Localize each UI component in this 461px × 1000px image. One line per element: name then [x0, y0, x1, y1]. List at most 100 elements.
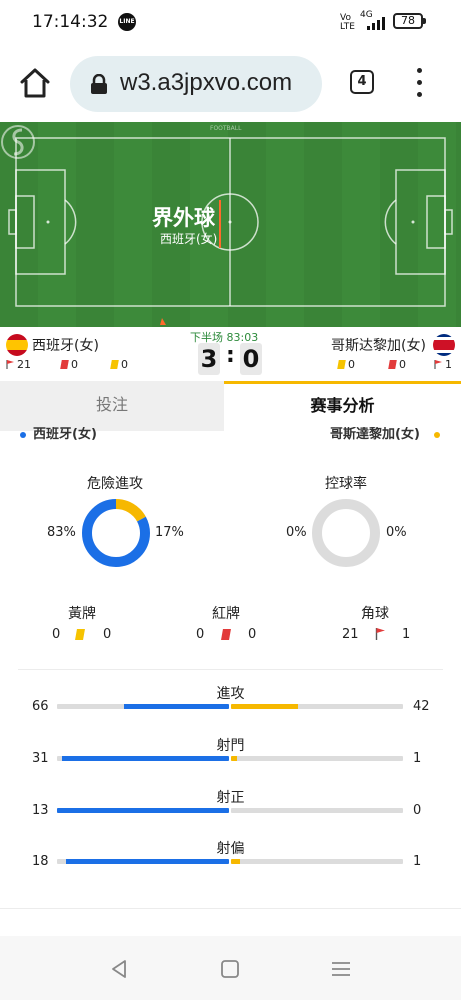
- stat-bar-away-track: [231, 704, 403, 709]
- possession-home-pct: 0%: [286, 525, 307, 540]
- away-legend-dot: [434, 432, 440, 438]
- red-card-icon: [60, 360, 69, 369]
- score-separator: :: [226, 343, 235, 368]
- throw-in-icon: [1, 125, 35, 159]
- tab-switcher-button[interactable]: 4: [350, 70, 374, 94]
- more-menu-icon[interactable]: [412, 68, 426, 98]
- stat-bar-home-value: 31: [32, 751, 49, 766]
- recents-icon[interactable]: [330, 958, 352, 980]
- away-yellow-cards: 0: [337, 358, 355, 371]
- volte-icon: Vo LTE: [340, 13, 355, 32]
- stat-bar-home-fill: [66, 859, 229, 864]
- away-score: 0: [240, 343, 262, 375]
- content-bottom-divider: [0, 908, 461, 909]
- stat-bar-title: 射偏: [216, 841, 245, 857]
- stat-bar-title: 射門: [216, 738, 245, 754]
- browser-toolbar: w3.a3jpxvo.com 4: [0, 44, 461, 122]
- home-yellow-cards: 0: [110, 358, 128, 371]
- stat-bar-away-value: 42: [413, 699, 430, 714]
- lock-icon: [91, 74, 107, 94]
- signal-icon: [367, 17, 385, 30]
- stat-bar-home-fill: [123, 704, 229, 709]
- home-red-value: 0: [71, 358, 78, 371]
- donut-empty-ring: [312, 499, 380, 567]
- stat-bar-home-fill: [62, 756, 229, 761]
- stat-bar-title: 進攻: [216, 686, 245, 702]
- pitch-lines: [8, 137, 453, 325]
- yellow-cards-title: 黃牌: [68, 606, 96, 622]
- stat-bar-away-track: [231, 808, 403, 813]
- possession-donut: [312, 499, 380, 567]
- stat-bar-home-track: [57, 808, 229, 813]
- system-nav-bar: [0, 936, 461, 1000]
- away-red-cards: 0: [388, 358, 406, 371]
- yellow-card-icon: [110, 360, 119, 369]
- red-home-value: 0: [196, 627, 205, 642]
- stat-bar-away-value: 1: [413, 854, 422, 869]
- event-title: 界外球: [152, 206, 215, 230]
- line-app-icon: LINE: [118, 13, 136, 31]
- dangerous-attacks-home-pct: 83%: [47, 525, 76, 540]
- dangerous-attacks-title: 危險進攻: [87, 476, 143, 492]
- stat-bar-home-value: 66: [32, 699, 49, 714]
- stat-bar-home-fill: [57, 808, 229, 813]
- yellow-card-icon: [337, 360, 346, 369]
- away-red-value: 0: [399, 358, 406, 371]
- stat-bar-away-value: 1: [413, 751, 422, 766]
- home-corners-value: 21: [17, 358, 31, 371]
- stat-bar-away-track: [231, 859, 403, 864]
- tab-bet[interactable]: 投注: [0, 381, 224, 431]
- costa-rica-flag-icon: [433, 334, 455, 356]
- spain-flag-icon: [6, 334, 28, 356]
- stat-bar-home-track: [57, 859, 229, 864]
- home-yellow-value: 0: [121, 358, 128, 371]
- stat-bar-away-fill: [231, 756, 237, 761]
- corner-flag-icon: [375, 628, 385, 640]
- status-bar: 17:14:32 LINE Vo LTE 4G 78: [0, 0, 461, 44]
- away-corners: 1: [434, 358, 452, 371]
- dangerous-attacks-donut: [82, 499, 150, 567]
- tab-analysis[interactable]: 赛事分析: [224, 381, 461, 431]
- clock: 17:14:32: [32, 12, 109, 32]
- yellow-home-value: 0: [52, 627, 61, 642]
- back-icon[interactable]: [108, 958, 130, 980]
- stat-bar-title: 射正: [216, 790, 245, 806]
- corners-title: 角球: [361, 606, 389, 622]
- stat-bar-away-value: 0: [413, 803, 422, 818]
- stat-bar-home-track: [57, 756, 229, 761]
- section-divider: [18, 669, 443, 670]
- tab-bar: 投注 赛事分析: [0, 381, 461, 431]
- home-red-cards: 0: [60, 358, 78, 371]
- team-legend: 西班牙(女) 哥斯達黎加(女): [0, 427, 461, 443]
- possession-away-pct: 0%: [386, 525, 407, 540]
- red-cards-title: 紅牌: [212, 606, 240, 622]
- event-team: 西班牙(女): [160, 232, 218, 246]
- red-card-icon: [388, 360, 397, 369]
- away-corners-value: 1: [445, 358, 452, 371]
- corner-flag-icon: [6, 360, 14, 369]
- address-bar[interactable]: w3.a3jpxvo.com: [70, 56, 322, 112]
- dangerous-attacks-away-pct: 17%: [155, 525, 184, 540]
- stat-bar-away-track: [231, 756, 403, 761]
- stat-bar-home-track: [57, 704, 229, 709]
- red-away-value: 0: [248, 627, 257, 642]
- away-yellow-value: 0: [348, 358, 355, 371]
- home-score: 3: [198, 343, 220, 375]
- corner-flag-icon: [434, 360, 442, 369]
- away-legend-label: 哥斯達黎加(女): [330, 427, 420, 442]
- event-marker: [219, 200, 221, 248]
- home-nav-icon[interactable]: [219, 958, 241, 980]
- stat-bar-away-fill: [231, 704, 298, 709]
- stat-bar-home-value: 18: [32, 854, 49, 869]
- home-team-name: 西班牙(女): [32, 338, 99, 354]
- pitch-brand: FOOTBALL: [210, 125, 242, 132]
- battery-icon: 78: [393, 13, 426, 29]
- stat-bar-home-value: 13: [32, 803, 49, 818]
- home-legend-label: 西班牙(女): [33, 427, 97, 442]
- corners-home-value: 21: [342, 627, 359, 642]
- home-legend-dot: [20, 432, 26, 438]
- stat-bar-away-fill: [231, 859, 241, 864]
- home-icon[interactable]: [18, 66, 52, 100]
- scoreboard: 西班牙(女) 21 0 0 下半场 83:03 3 : 0 哥斯达黎加(女) 0…: [0, 327, 461, 381]
- red-card-icon: [221, 629, 231, 640]
